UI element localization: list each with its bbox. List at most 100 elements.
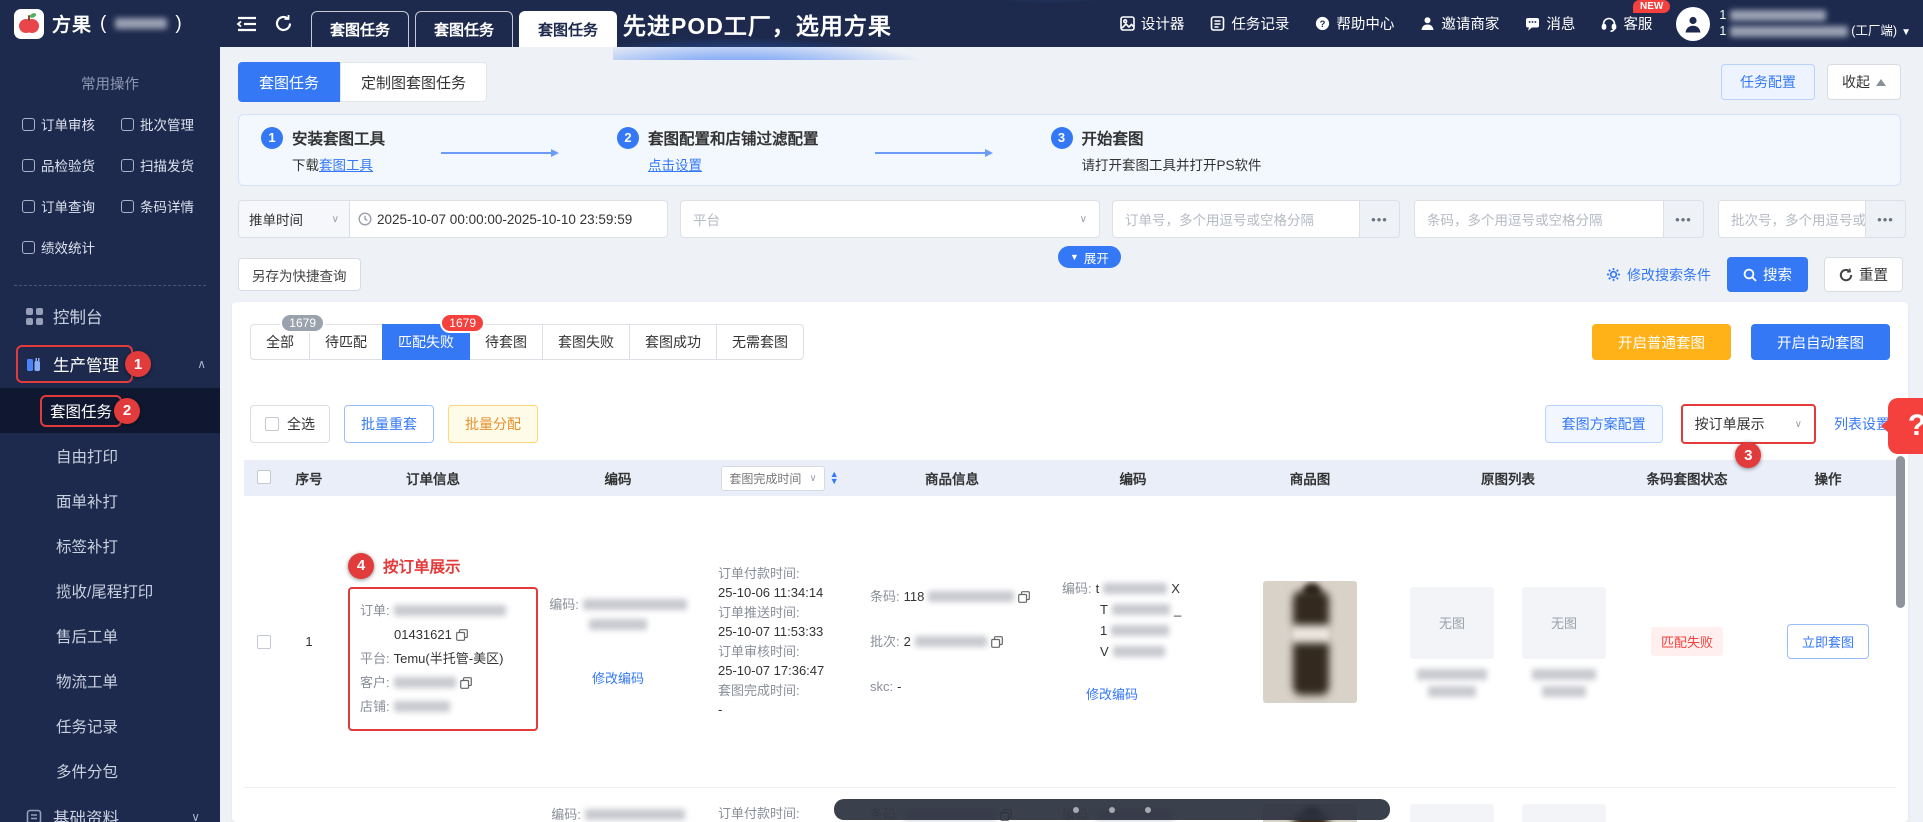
collapse-sidebar-icon[interactable] <box>236 15 258 33</box>
download-tool-link[interactable]: 套图工具 <box>319 158 373 173</box>
annotation-number-3: 3 <box>1735 442 1762 468</box>
sidebar-item-console[interactable]: 控制台 <box>0 292 220 340</box>
bottom-floating-bar[interactable] <box>834 799 1390 820</box>
order-query-icon <box>22 199 35 213</box>
help-floating-button[interactable]: ? <box>1881 398 1923 454</box>
copy-icon[interactable] <box>459 676 472 689</box>
workspace-tab-1[interactable]: 套图任务 <box>311 11 410 47</box>
task-config-button[interactable]: 任务配置 <box>1721 64 1815 100</box>
sidebar-item-task-record[interactable]: 任务记录 <box>0 703 220 748</box>
quick-item-label: 条码详情 <box>140 200 194 215</box>
step-start: 3 开始套图 请打开套图工具并打开PS软件 <box>1050 126 1262 174</box>
no-image-box: 无图 <box>1522 586 1606 659</box>
sidebar-item-base-data[interactable]: 基础资料 ∨ <box>0 793 220 822</box>
date-range-input[interactable]: 2025-10-07 00:00:00-2025-10-10 23:59:59 <box>350 200 668 238</box>
status-tab-match-failed[interactable]: 匹配失败 1679 <box>382 313 485 360</box>
search-button[interactable]: 搜索 <box>1727 257 1808 292</box>
copy-icon[interactable] <box>455 628 468 641</box>
nav-help-center[interactable]: ? 帮助中心 <box>1315 13 1394 34</box>
status-tab-taotu-failed[interactable]: 套图失败 <box>542 324 630 360</box>
workspace-tab-2[interactable]: 套图任务 <box>415 11 514 47</box>
select-all-button[interactable]: 全选 <box>250 405 330 443</box>
batch-assign-button[interactable]: 批量分配 <box>448 405 538 443</box>
nav-messages[interactable]: 消息 <box>1525 13 1575 34</box>
taotu-plan-config-button[interactable]: 套图方案配置 <box>1544 405 1663 443</box>
click-settings-link[interactable]: 点击设置 <box>648 158 702 173</box>
actions-cell <box>1760 788 1896 822</box>
quick-item-batch-manage[interactable]: 批次管理 <box>121 114 220 134</box>
sidebar-item-logistics-ticket[interactable]: 物流工单 <box>0 658 220 703</box>
nav-designer[interactable]: 设计器 <box>1120 13 1185 34</box>
expand-caret-icon: ▼ <box>1070 252 1079 262</box>
row-checkbox[interactable] <box>257 634 271 649</box>
chevron-up-icon[interactable]: ∧ <box>197 357 206 371</box>
sidebar-item-free-print[interactable]: 自由打印 <box>0 433 220 478</box>
sidebar-item-aftersale-ticket[interactable]: 售后工单 <box>0 613 220 658</box>
collapse-caret-icon <box>1876 78 1886 86</box>
display-mode-select[interactable]: 按订单展示 ∨ <box>1680 404 1816 444</box>
reset-button[interactable]: 重置 <box>1824 257 1903 292</box>
platform-select[interactable]: 平台 ∨ <box>680 200 1100 238</box>
sort-carets[interactable]: ▲ ▼ <box>830 470 839 486</box>
base-data-icon <box>26 809 42 822</box>
sidebar-item-waybill-reprint[interactable]: 面单补打 <box>0 478 220 523</box>
vertical-scrollbar-thumb[interactable] <box>1896 456 1905 608</box>
quick-item-scan-ship[interactable]: 扫描发货 <box>121 155 220 175</box>
sidebar-item-multi-pack[interactable]: 多件分包 <box>0 748 220 793</box>
quick-item-order-query[interactable]: 订单查询 <box>22 196 121 216</box>
order-no-input[interactable]: 订单号，多个用逗号或空格分隔 <box>1112 200 1360 238</box>
time-label: 订单推送时间: <box>718 604 800 620</box>
barcode-more-button[interactable]: ••• <box>1664 200 1704 238</box>
chevron-down-icon[interactable]: ∨ <box>191 810 200 822</box>
code2-frag: V <box>1100 644 1109 659</box>
batch-retry-button[interactable]: 批量重套 <box>344 405 434 443</box>
sidebar-item-base-data-label: 基础资料 <box>53 810 119 822</box>
order-no-more-button[interactable]: ••• <box>1360 200 1400 238</box>
batch-no-input[interactable]: 批次号，多个用逗号或空格分隔 <box>1718 200 1866 238</box>
account-area[interactable]: 1 1 (工厂端) ▼ <box>1676 6 1911 41</box>
tab-custom-taotu-task[interactable]: 定制图套图任务 <box>340 62 488 102</box>
quick-item-order-review[interactable]: 订单审核 <box>22 114 121 134</box>
annotation-4-label: 4 按订单展示 <box>348 552 461 579</box>
status-tab-all[interactable]: 全部 1679 <box>250 313 325 360</box>
save-quick-query-button[interactable]: 另存为快捷查询 <box>238 258 361 291</box>
nav-task-log[interactable]: 任务记录 <box>1210 13 1289 34</box>
sidebar-item-taotu-task[interactable]: 套图任务 2 <box>0 388 220 433</box>
refresh-icon[interactable] <box>274 14 293 33</box>
nav-designer-label: 设计器 <box>1140 17 1185 33</box>
order-no-placeholder: 订单号，多个用逗号或空格分隔 <box>1125 213 1314 228</box>
workspace-tab-3-active[interactable]: 套图任务 <box>519 11 618 47</box>
taotu-now-button[interactable]: 立即套图 <box>1786 624 1869 659</box>
sidebar-item-production[interactable]: 生产管理 1 ∧ <box>0 340 220 388</box>
copy-icon[interactable] <box>1018 590 1031 603</box>
code-masked <box>584 809 685 820</box>
header-checkbox[interactable] <box>257 469 271 484</box>
modify-search-link[interactable]: 修改搜索条件 <box>1606 265 1711 285</box>
barcode-input[interactable]: 条码，多个用逗号或空格分隔 <box>1414 200 1664 238</box>
select-all-checkbox[interactable] <box>265 417 279 431</box>
quick-item-performance[interactable]: 绩效统计 <box>22 237 121 257</box>
time-type-select[interactable]: 推单时间 ∨ <box>238 200 350 238</box>
quick-item-qc-inspect[interactable]: 品检验货 <box>22 155 121 175</box>
status-tab-no-taotu[interactable]: 无需套图 <box>716 324 804 360</box>
account-caret-icon[interactable]: ▼ <box>1901 27 1911 38</box>
start-normal-taotu-button[interactable]: 开启普通套图 <box>1592 324 1731 360</box>
expand-button[interactable]: ▼ 展开 <box>1058 246 1121 268</box>
copy-icon[interactable] <box>990 635 1003 648</box>
svg-text:?: ? <box>1320 19 1326 30</box>
collapse-button[interactable]: 收起 <box>1827 64 1901 100</box>
finish-time-select[interactable]: 套图完成时间 ∨ <box>721 465 825 491</box>
batch-no-more-button[interactable]: ••• <box>1866 200 1906 238</box>
sidebar-item-pickup-print[interactable]: 揽收/尾程打印 <box>0 568 220 613</box>
product-image[interactable] <box>1263 580 1357 703</box>
edit-code2-link[interactable]: 修改编码 <box>1086 684 1138 705</box>
quick-item-barcode-detail[interactable]: 条码详情 <box>121 196 220 216</box>
status-tab-taotu-success[interactable]: 套图成功 <box>629 324 717 360</box>
edit-code-link[interactable]: 修改编码 <box>592 668 644 689</box>
start-auto-taotu-button[interactable]: 开启自动套图 <box>1751 324 1890 360</box>
tab-taotu-task[interactable]: 套图任务 <box>238 62 341 102</box>
nav-customer-service[interactable]: NEW 客服 <box>1601 0 1671 34</box>
sidebar-item-label-reprint[interactable]: 标签补打 <box>0 523 220 568</box>
display-mode-value: 按订单展示 <box>1694 416 1765 432</box>
nav-invite-merchant[interactable]: 邀请商家 <box>1420 13 1499 34</box>
